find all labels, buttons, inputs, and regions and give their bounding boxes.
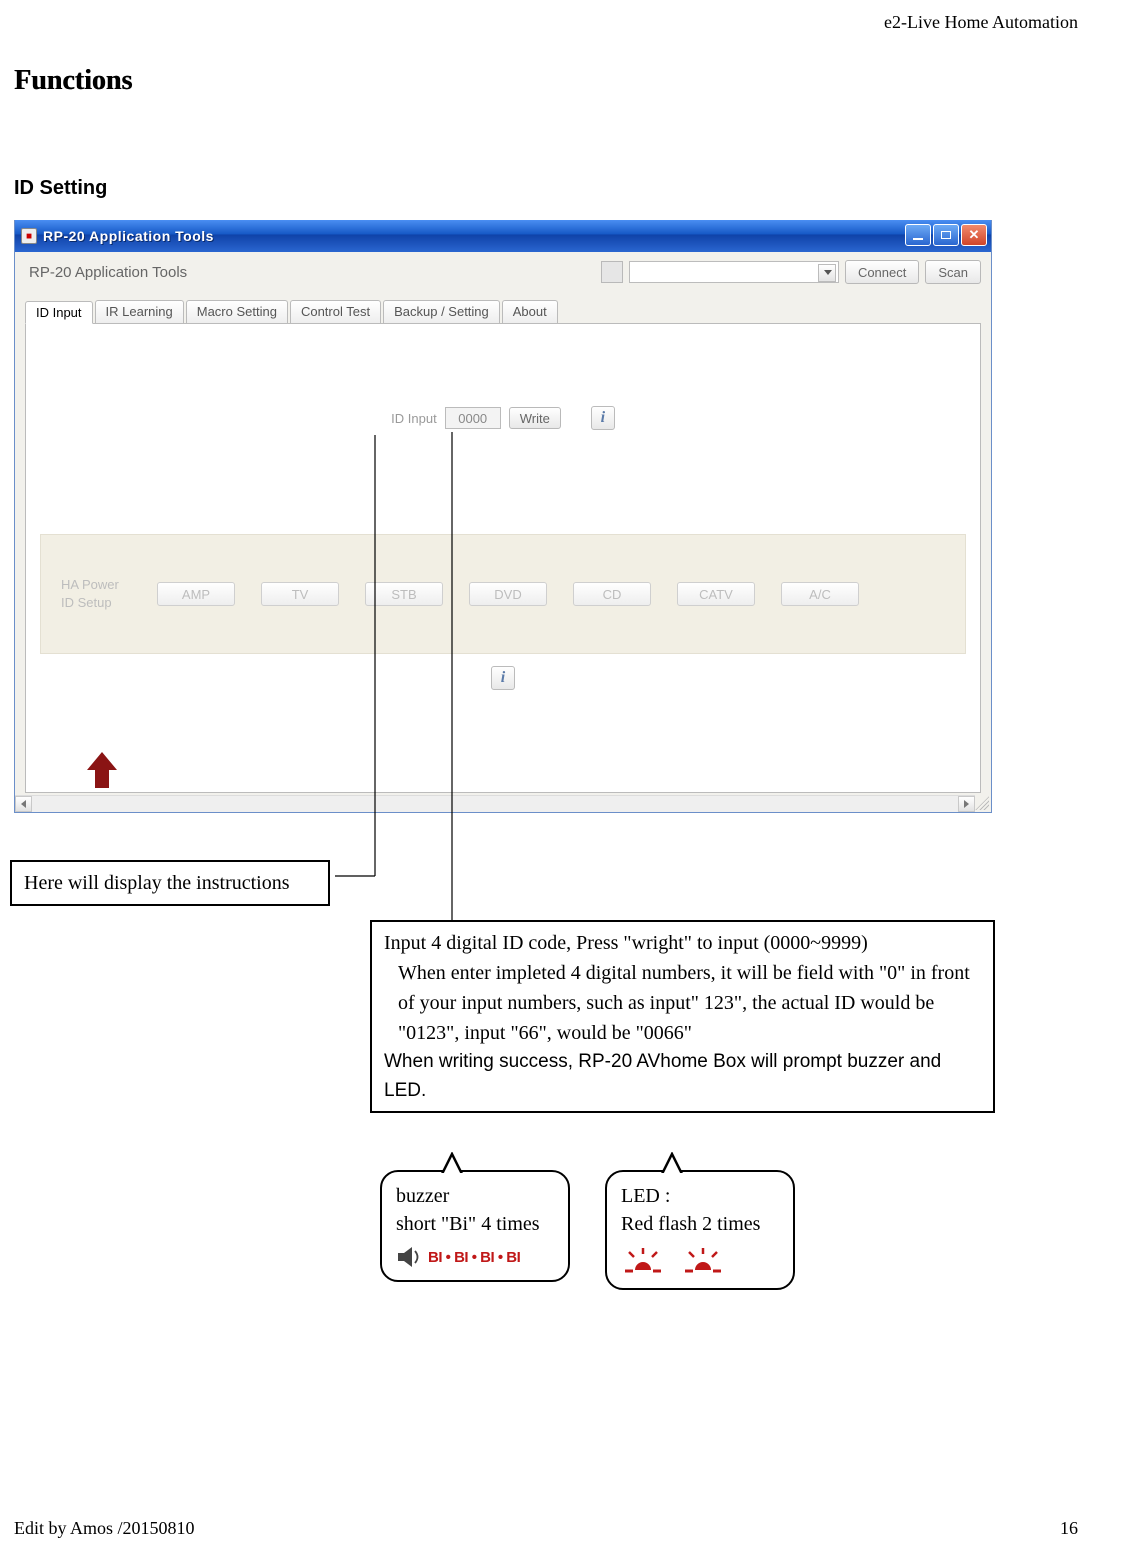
connector-lines: [0, 0, 1126, 1557]
buzzer-line1: buzzer: [396, 1182, 554, 1210]
footer-page: 16: [1060, 1518, 1078, 1539]
footer-edit: Edit by Amos /20150810: [14, 1518, 195, 1539]
bubble-tail-icon: [657, 1152, 683, 1174]
led-graphic: [621, 1246, 779, 1276]
buzzer-sound-text: BI • BI • BI • BI: [428, 1247, 520, 1268]
callout-id-explain: Input 4 digital ID code, Press "wright" …: [370, 920, 995, 1113]
speaker-icon: [396, 1246, 422, 1268]
callout-id-line3: When writing success, RP-20 AVhome Box w…: [384, 1048, 981, 1105]
buzzer-line2: short "Bi" 4 times: [396, 1210, 554, 1238]
bubble-led: LED : Red flash 2 times: [605, 1170, 795, 1290]
bubble-tail-icon: [437, 1152, 463, 1174]
page: e2-Live Home Automation Functions ID Set…: [0, 0, 1126, 1557]
bubble-buzzer: buzzer short "Bi" 4 times BI • BI • BI •…: [380, 1170, 570, 1282]
led-line2: Red flash 2 times: [621, 1210, 779, 1238]
callout-instructions: Here will display the instructions: [10, 860, 330, 906]
callout-id-line2: When enter impleted 4 digital numbers, i…: [384, 958, 981, 1048]
tab-id-input[interactable]: ID Input: [25, 301, 93, 324]
callout-instructions-text: Here will display the instructions: [24, 872, 290, 894]
led-icon: [681, 1246, 725, 1276]
callout-id-line1: Input 4 digital ID code, Press "wright" …: [384, 928, 981, 958]
buzzer-graphic: BI • BI • BI • BI: [396, 1246, 554, 1268]
led-line1: LED :: [621, 1182, 779, 1210]
led-icon: [621, 1246, 665, 1276]
